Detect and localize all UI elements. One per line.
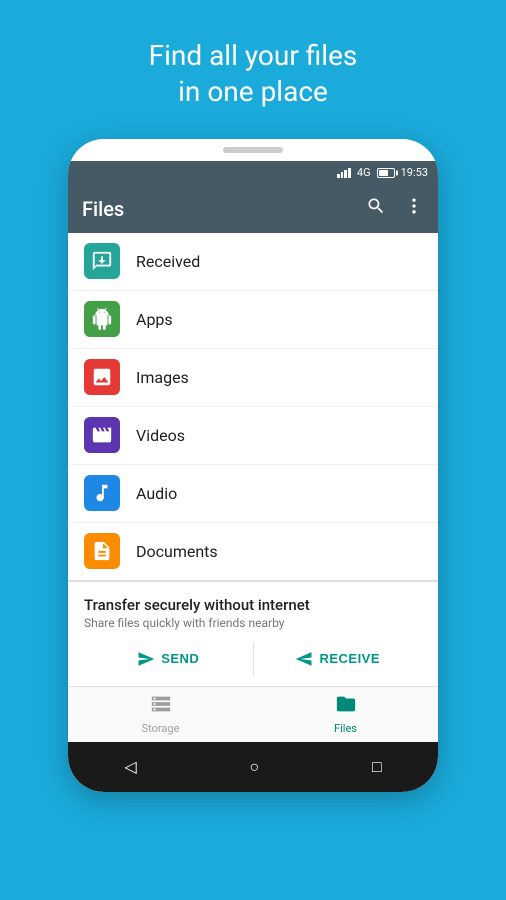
receive-button[interactable]: RECEIVE (254, 642, 423, 676)
received-label: Received (136, 252, 200, 271)
apps-icon (84, 301, 120, 337)
documents-label: Documents (136, 542, 218, 561)
list-item-images[interactable]: Images (68, 349, 438, 407)
more-options-icon[interactable] (404, 196, 424, 221)
back-button[interactable]: ◁ (124, 757, 136, 776)
received-icon (84, 243, 120, 279)
list-item-videos[interactable]: Videos (68, 407, 438, 465)
bottom-nav: Storage Files (68, 686, 438, 742)
phone-top-bar (68, 139, 438, 161)
file-list: Received Apps Images (68, 233, 438, 581)
list-item-documents[interactable]: Documents (68, 523, 438, 581)
search-icon[interactable] (366, 196, 386, 221)
storage-nav-label: Storage (142, 722, 180, 735)
files-nav-icon (335, 693, 357, 720)
videos-icon (84, 417, 120, 453)
status-bar: 4G 19:53 (68, 161, 438, 185)
app-title: Files (82, 197, 124, 221)
transfer-section: Transfer securely without internet Share… (68, 581, 438, 686)
images-icon (84, 359, 120, 395)
recent-apps-button[interactable]: □ (372, 757, 382, 777)
audio-icon (84, 475, 120, 511)
transfer-title: Transfer securely without internet (84, 596, 422, 614)
list-item-apps[interactable]: Apps (68, 291, 438, 349)
apps-label: Apps (136, 310, 173, 329)
documents-icon (84, 533, 120, 569)
nav-item-files[interactable]: Files (253, 687, 438, 742)
nav-item-storage[interactable]: Storage (68, 687, 253, 742)
send-button[interactable]: SEND (84, 642, 253, 676)
home-button[interactable]: ○ (249, 757, 259, 777)
transfer-buttons: SEND RECEIVE (84, 642, 422, 676)
hero-text: Find all your files in one place (149, 38, 358, 111)
signal-icon (337, 168, 351, 178)
android-nav-bar: ◁ ○ □ (68, 742, 438, 792)
phone-speaker (223, 147, 283, 153)
audio-label: Audio (136, 484, 177, 503)
videos-label: Videos (136, 426, 185, 445)
phone-frame: 4G 19:53 Files (68, 139, 438, 792)
battery-icon (377, 168, 395, 178)
images-label: Images (136, 368, 189, 387)
app-bar-icons (366, 196, 424, 221)
list-item-received[interactable]: Received (68, 233, 438, 291)
files-nav-label: Files (334, 722, 357, 735)
app-bar: Files (68, 185, 438, 233)
list-item-audio[interactable]: Audio (68, 465, 438, 523)
network-label: 4G (357, 166, 371, 179)
time-label: 19:53 (401, 166, 428, 179)
transfer-subtitle: Share files quickly with friends nearby (84, 616, 422, 630)
storage-nav-icon (150, 693, 172, 720)
